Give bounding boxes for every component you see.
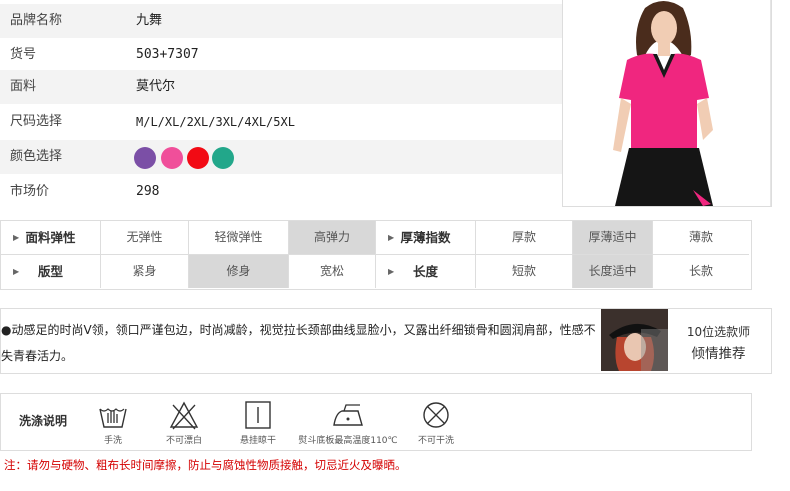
wash-item-label: 不可漂白 — [165, 436, 202, 446]
description-box: ●动感足的时尚V领，领口严谨包边，时尚减龄，视觉拉长颈部曲线显脸小，又露出纤细锁… — [0, 308, 772, 374]
recommend-line-1: 10位选款师 — [686, 325, 751, 339]
attr-label-text: 版型 — [37, 264, 63, 279]
attr-option: 厚薄适中 — [573, 221, 653, 254]
attr-option: 修身 — [189, 255, 289, 288]
stylist-image — [601, 309, 668, 371]
attr-option: 无弹性 — [101, 221, 189, 254]
spec-row-brand: 品牌名称 九舞 — [0, 4, 562, 38]
hang-dry-icon — [245, 401, 271, 429]
spec-value: M/L/XL/2XL/3XL/4XL/5XL — [136, 115, 295, 129]
attr-label-elasticity: ▶ 面料弹性 — [1, 221, 101, 254]
model-figure-image — [613, 1, 713, 206]
wash-instructions: 洗涤说明 手洗 不可漂白 悬挂晾干 熨斗底板最高温度110℃ 不可干洗 — [0, 393, 752, 451]
attr-label-thickness: ▶ 厚薄指数 — [376, 221, 476, 254]
wash-item-iron: 熨斗底板最高温度110℃ — [289, 399, 407, 446]
spec-key: 市场价 — [10, 184, 50, 199]
no-dry-clean-icon — [423, 402, 449, 428]
attr-option: 薄款 — [688, 230, 713, 244]
wash-item-label: 手洗 — [103, 436, 122, 446]
attr-option: 高弹力 — [289, 221, 376, 254]
color-swatch[interactable] — [134, 147, 156, 169]
no-bleach-icon — [169, 401, 199, 430]
spec-key: 颜色选择 — [10, 149, 63, 164]
triangle-right-icon: ▶ — [13, 233, 20, 242]
recommend-line-2: 倾情推荐 — [691, 346, 746, 362]
spec-row-size: 尺码选择 M/L/XL/2XL/3XL/4XL/5XL — [0, 105, 562, 139]
wash-item-hand-wash: 手洗 — [91, 399, 135, 446]
stylist-photo — [601, 309, 668, 371]
attr-option: 宽松 — [289, 255, 376, 288]
spec-row-price: 市场价 298 — [0, 175, 562, 209]
spec-key: 货号 — [10, 47, 37, 62]
spec-row-fabric: 面料 莫代尔 — [0, 70, 562, 104]
color-swatch[interactable] — [187, 147, 209, 169]
spec-value: 九舞 — [136, 13, 163, 28]
hand-wash-icon — [99, 408, 127, 428]
attr-option: 短款 — [476, 255, 573, 288]
triangle-right-icon: ▶ — [388, 267, 395, 276]
spec-value: 298 — [136, 184, 160, 199]
attr-option: 轻微弹性 — [189, 221, 289, 254]
wash-item-label: 熨斗底板最高温度110℃ — [298, 436, 398, 446]
description-text: ●动感足的时尚V领，领口严谨包边，时尚减龄，视觉拉长颈部曲线显脸小，又露出纤细锁… — [1, 323, 596, 363]
spec-row-sku: 货号 503+7307 — [0, 38, 562, 72]
photo-divider — [770, 0, 771, 206]
attr-label-text: 面料弹性 — [25, 230, 76, 245]
product-photo — [562, 0, 772, 207]
wash-item-label: 不可干洗 — [417, 436, 454, 446]
attribute-grid: ▶ 面料弹性 无弹性 轻微弹性 高弹力 ▶ 厚薄指数 厚款 厚薄适中 薄款 ▶ … — [0, 220, 752, 290]
attr-label-text: 长度 — [412, 264, 438, 279]
iron-icon — [333, 404, 363, 426]
spec-value: 莫代尔 — [136, 79, 176, 94]
wash-item-no-dry-clean: 不可干洗 — [413, 399, 459, 446]
wash-label: 洗涤说明 — [19, 414, 68, 428]
spec-key: 尺码选择 — [10, 114, 63, 129]
wash-item-label: 悬挂晾干 — [239, 436, 276, 446]
color-swatch[interactable] — [212, 147, 234, 169]
color-swatch[interactable] — [161, 147, 183, 169]
wash-item-no-bleach: 不可漂白 — [159, 399, 209, 446]
attr-label-fit: ▶ 版型 — [1, 255, 101, 288]
spec-row-color: 颜色选择 — [0, 140, 562, 174]
triangle-right-icon: ▶ — [13, 267, 20, 276]
spec-value: 503+7307 — [136, 47, 199, 62]
attr-option: 厚款 — [476, 221, 573, 254]
spec-key: 品牌名称 — [10, 13, 63, 28]
attr-label-text: 厚薄指数 — [400, 230, 451, 245]
triangle-right-icon: ▶ — [388, 233, 395, 242]
wash-item-hang-dry: 悬挂晾干 — [233, 399, 283, 446]
spec-key: 面料 — [10, 79, 37, 94]
attr-option: 长款 — [688, 264, 713, 278]
attr-label-length: ▶ 长度 — [376, 255, 476, 288]
attr-option: 紧身 — [101, 255, 189, 288]
attr-option: 长度适中 — [573, 255, 653, 288]
warning-note: 注：请勿与硬物、粗布长时间摩擦，防止与腐蚀性物质接触，切忌近火及曝晒。 — [4, 458, 407, 472]
